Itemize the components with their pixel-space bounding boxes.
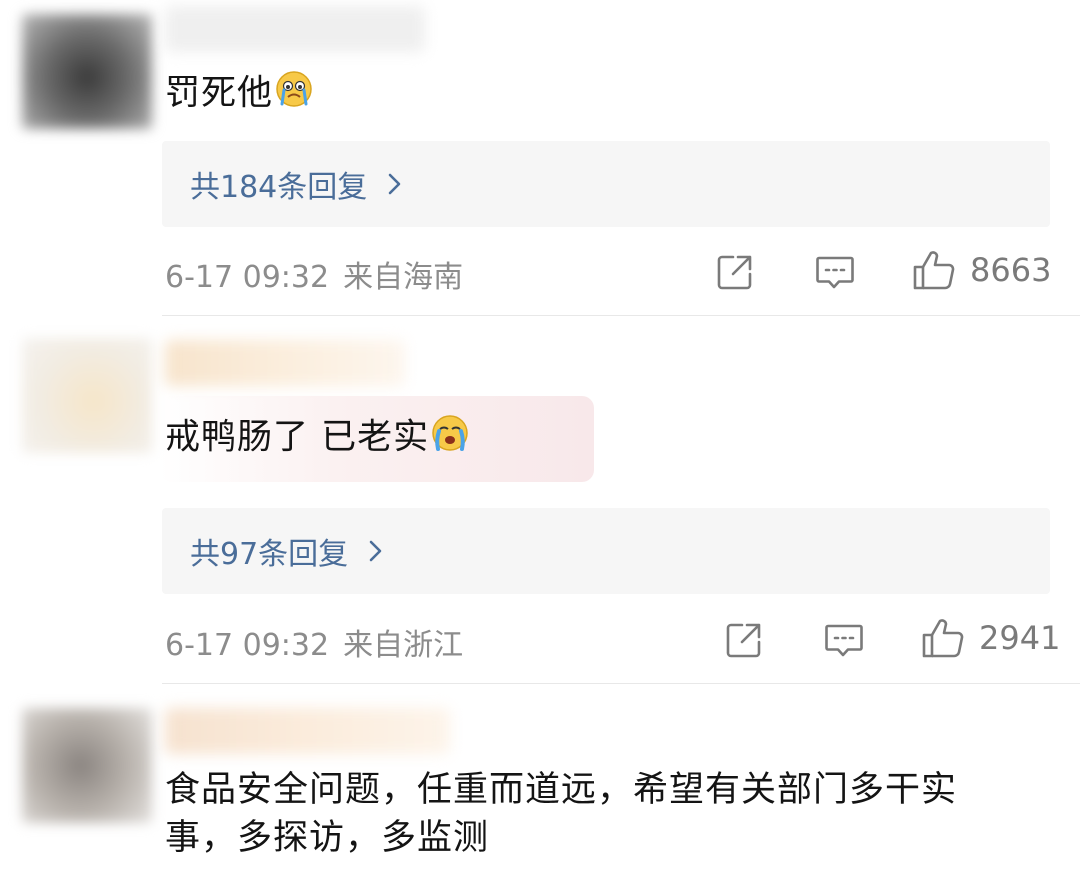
username-blurred[interactable] bbox=[165, 708, 450, 754]
comment-3: 食品安全问题，任重而道远，希望有关部门多干实 事，多探访，多监测 bbox=[0, 0, 1080, 894]
comment-text: 食品安全问题，任重而道远，希望有关部门多干实 事，多探访，多监测 bbox=[165, 766, 957, 862]
comment-text-line: 事，多探访，多监测 bbox=[165, 818, 490, 858]
avatar[interactable] bbox=[22, 708, 152, 823]
comment-text-line: 食品安全问题，任重而道远，希望有关部门多干实 bbox=[165, 770, 958, 810]
